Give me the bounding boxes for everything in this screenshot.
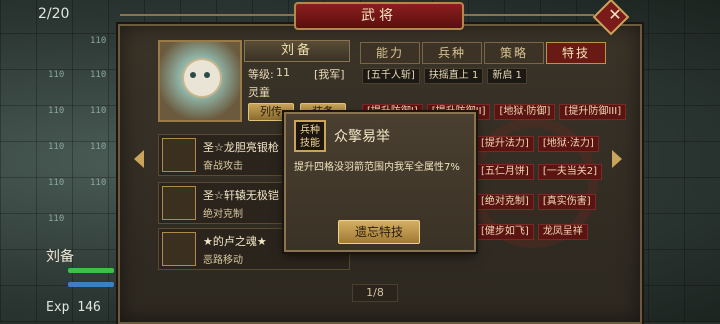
page-indicator: 1/8: [352, 284, 398, 302]
horse-icon: [162, 232, 196, 266]
specialty-row: [五千人斩] 扶摇直上 1 新启 1: [362, 68, 531, 84]
specialty-tag[interactable]: [绝对克制]: [476, 194, 534, 210]
mp-bar: [68, 282, 114, 287]
tab-ability[interactable]: 能力: [360, 42, 420, 64]
specialty-tag[interactable]: [健步如飞]: [476, 224, 534, 240]
dialog-titlebar: 武将 ✕: [0, 0, 720, 36]
equipment-effect: 绝对克制: [203, 209, 243, 220]
exp-label: Exp 146: [46, 300, 101, 315]
specialty-tag[interactable]: [地狱·法力]: [537, 136, 599, 152]
equipment-name: 圣☆轩辕无极铠: [203, 189, 279, 202]
equipment-name: ★的卢之魂★: [203, 235, 267, 248]
tile-value: 110: [90, 106, 107, 116]
specialty-tag[interactable]: 新启 1: [487, 68, 527, 84]
faction-label: [我军]: [314, 68, 345, 81]
selected-hero-name: 刘备: [46, 249, 74, 265]
tile-value: 110: [48, 70, 65, 80]
specialty-tag[interactable]: [提升防御III]: [559, 104, 627, 120]
specialty-tag[interactable]: [提升法力]: [476, 136, 534, 152]
specialty-row: [绝对克制] [真实伤害]: [476, 194, 600, 210]
armor-icon: [162, 186, 196, 220]
troop-skill-badge: 兵种技能: [294, 120, 326, 152]
tile-value: 110: [90, 36, 107, 46]
specialty-tag[interactable]: [地狱·防御]: [494, 104, 556, 120]
specialty-row: [五仁月饼] [一夫当关2]: [476, 164, 606, 180]
hero-name: 刘备: [244, 40, 350, 62]
title-divider: [460, 14, 594, 16]
specialty-title: 众擎易举: [334, 129, 390, 145]
hero-portrait: [158, 40, 242, 122]
specialty-tooltip: 兵种技能 众擎易举 提升四格没羽箭范围内我军全属性7% 遗忘特技: [284, 112, 476, 252]
hp-bar: [68, 268, 114, 273]
specialty-description: 提升四格没羽箭范围内我军全属性7%: [294, 162, 460, 173]
close-icon[interactable]: ✕: [604, 3, 626, 25]
specialty-tag[interactable]: [五千人斩]: [362, 68, 420, 84]
tile-value: 110: [48, 106, 65, 116]
specialty-row: [健步如飞] 龙凤呈祥: [476, 224, 592, 240]
tab-troop[interactable]: 兵种: [422, 42, 482, 64]
tab-strategy[interactable]: 策略: [484, 42, 544, 64]
equipment-effect: 奋战攻击: [203, 161, 243, 172]
level-value: 11: [276, 66, 290, 79]
specialty-tag[interactable]: [五仁月饼]: [476, 164, 534, 180]
tile-value: 110: [48, 214, 65, 224]
tile-value: 110: [48, 178, 65, 188]
tile-value: 110: [48, 142, 65, 152]
dialog-title: 武将: [294, 2, 464, 30]
next-hero-arrow-icon[interactable]: [612, 150, 622, 168]
portrait-face: [182, 58, 222, 98]
specialty-tag[interactable]: [一夫当关2]: [537, 164, 602, 180]
tile-value: 110: [90, 70, 107, 80]
portrait-eye: [190, 72, 196, 78]
tile-value: 110: [90, 178, 107, 188]
tile-value: 110: [90, 142, 107, 152]
spear-icon: [162, 138, 196, 172]
title-divider: [120, 14, 294, 16]
portrait-eye: [204, 72, 210, 78]
equipment-effect: 恶路移动: [203, 255, 243, 266]
specialty-row: [提升法力] [地狱·法力]: [476, 136, 603, 152]
hero-type: 灵童: [248, 86, 270, 99]
prev-hero-arrow-icon[interactable]: [134, 150, 144, 168]
forget-specialty-button[interactable]: 遗忘特技: [338, 220, 420, 244]
specialty-tag[interactable]: [真实伤害]: [537, 194, 596, 210]
specialty-tag[interactable]: 扶摇直上 1: [423, 68, 484, 84]
equipment-name: 圣☆龙胆亮银枪: [203, 141, 279, 154]
specialty-tag[interactable]: 龙凤呈祥: [537, 224, 588, 240]
tab-specialty[interactable]: 特技: [546, 42, 606, 64]
level-label: 等级:: [248, 68, 274, 81]
